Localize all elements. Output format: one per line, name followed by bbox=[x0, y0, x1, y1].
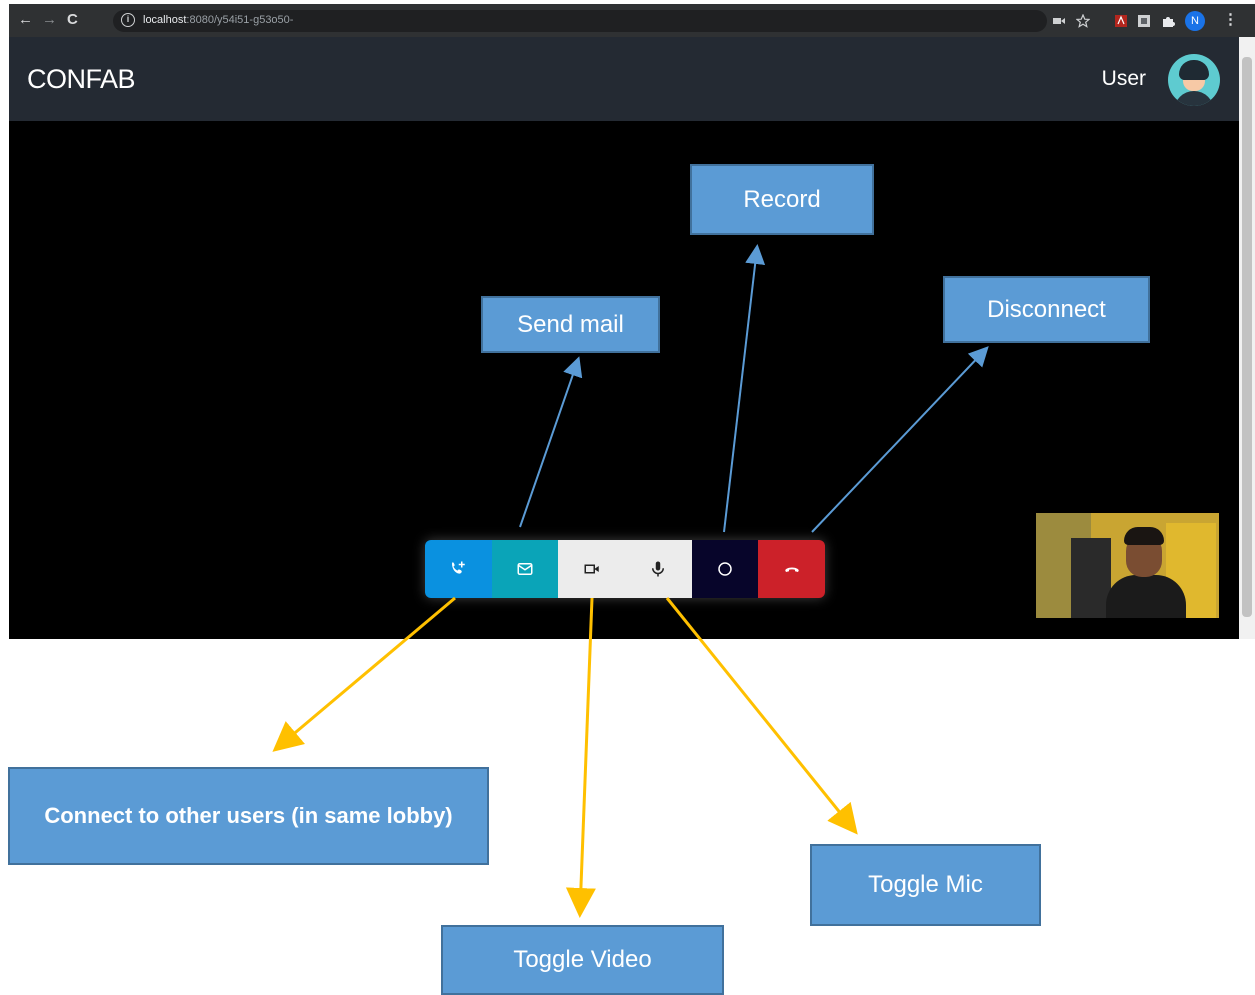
mail-button[interactable] bbox=[491, 540, 559, 598]
menu-icon[interactable]: ⋮ bbox=[1223, 11, 1238, 29]
address-bar[interactable]: i localhost:8080/y54i51-g53o50- bbox=[113, 10, 1047, 32]
profile-icon[interactable]: N bbox=[1185, 11, 1205, 31]
callout-record: Record bbox=[690, 164, 874, 235]
callout-send-mail: Send mail bbox=[481, 296, 660, 353]
extension-icon[interactable] bbox=[1137, 14, 1151, 28]
star-icon[interactable] bbox=[1076, 14, 1090, 28]
record-button[interactable] bbox=[691, 540, 759, 598]
callout-toggle-mic: Toggle Mic bbox=[810, 844, 1041, 926]
mic-icon bbox=[652, 561, 665, 577]
record-icon bbox=[718, 562, 732, 576]
browser-toolbar: ← → C i localhost:8080/y54i51-g53o50- N … bbox=[9, 4, 1255, 37]
callout-disconnect: Disconnect bbox=[943, 276, 1150, 343]
user-name: User bbox=[1101, 67, 1146, 90]
mic-toggle-button[interactable] bbox=[624, 540, 692, 598]
page-scrollbar[interactable] bbox=[1239, 37, 1255, 639]
arrow-toggle-video bbox=[565, 597, 596, 918]
brand-logo[interactable]: CONFAB bbox=[27, 64, 136, 95]
mail-icon bbox=[517, 563, 533, 575]
puzzle-icon[interactable] bbox=[1161, 14, 1175, 28]
hangup-icon bbox=[784, 567, 799, 572]
top-navbar: CONFAB User bbox=[9, 37, 1239, 121]
self-video-preview bbox=[1036, 513, 1219, 618]
callout-toggle-video: Toggle Video bbox=[441, 925, 724, 995]
forward-icon[interactable]: → bbox=[42, 11, 57, 29]
back-icon[interactable]: ← bbox=[18, 11, 33, 29]
reload-icon[interactable]: C bbox=[67, 11, 78, 29]
disconnect-button[interactable] bbox=[758, 540, 825, 598]
avatar[interactable] bbox=[1168, 54, 1220, 106]
callout-connect: Connect to other users (in same lobby) bbox=[8, 767, 489, 865]
call-controls bbox=[425, 540, 825, 598]
video-toggle-button[interactable] bbox=[558, 540, 625, 598]
url-text: localhost:8080/y54i51-g53o50- bbox=[143, 14, 294, 26]
phone-add-icon bbox=[452, 561, 466, 574]
pdf-extension-icon[interactable] bbox=[1114, 14, 1128, 28]
info-icon[interactable]: i bbox=[121, 13, 135, 27]
video-icon bbox=[584, 564, 599, 574]
camera-icon[interactable] bbox=[1052, 14, 1066, 28]
connect-button[interactable] bbox=[425, 540, 492, 598]
